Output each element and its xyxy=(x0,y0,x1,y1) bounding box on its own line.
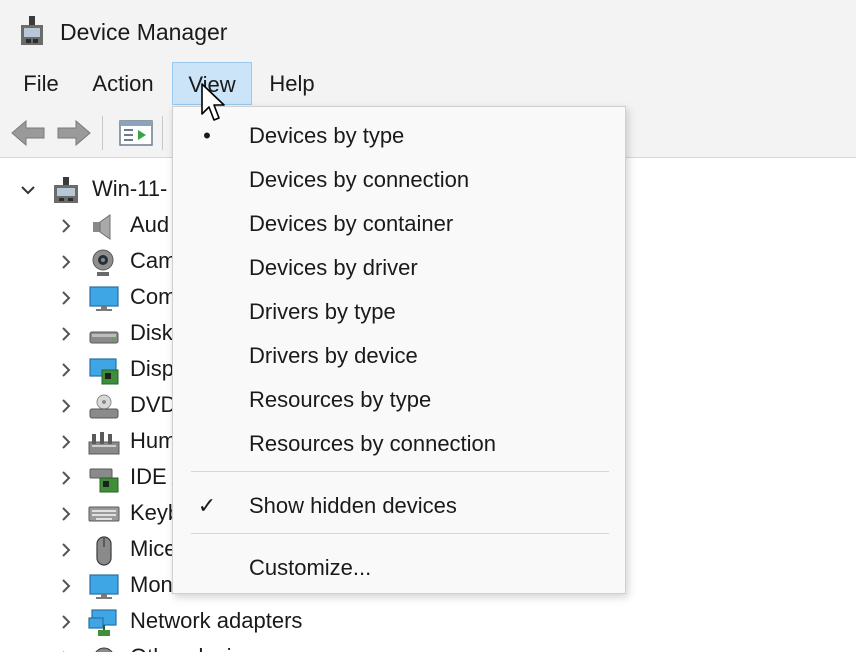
display-adapter-icon xyxy=(89,358,119,385)
tree-item-label: Com xyxy=(130,284,177,309)
forward-arrow-icon[interactable] xyxy=(56,118,92,148)
other-devices-icon xyxy=(95,647,113,652)
chevron-right-icon[interactable] xyxy=(58,470,74,486)
menu-separator xyxy=(191,533,609,534)
menu-item-label: Customize... xyxy=(249,555,372,580)
checkmark-icon: ✓ xyxy=(197,493,217,518)
chevron-right-icon[interactable] xyxy=(58,254,74,270)
ide-controller-icon xyxy=(89,468,119,493)
menu-item-label: Show hidden devices xyxy=(249,493,457,518)
menu-item-label: Devices by type xyxy=(249,123,405,148)
monitor-icon xyxy=(89,286,119,311)
tree-item-label: Disp xyxy=(130,356,175,381)
properties-icon[interactable] xyxy=(118,118,154,148)
hid-icon xyxy=(88,432,120,455)
menu-item-resources-by-connection[interactable]: Resources by connection xyxy=(173,423,625,467)
chevron-right-icon[interactable] xyxy=(58,506,74,522)
tree-item-label: Cam xyxy=(130,248,177,273)
menu-item-devices-by-type[interactable]: • Devices by type xyxy=(173,115,625,159)
chevron-right-icon[interactable] xyxy=(58,290,74,306)
window-title: Device Manager xyxy=(60,19,228,45)
dvd-drive-icon xyxy=(89,394,119,419)
tree-item-network-adapters[interactable]: Network adapters xyxy=(0,604,856,640)
menu-item-label: Resources by connection xyxy=(249,431,497,456)
webcam-icon xyxy=(92,249,114,276)
chevron-down-icon[interactable] xyxy=(20,182,36,198)
chevron-right-icon[interactable] xyxy=(58,362,74,378)
menu-item-show-hidden-devices[interactable]: ✓ Show hidden devices xyxy=(173,485,625,529)
tree-item-label: Disk xyxy=(130,320,173,345)
chevron-right-icon[interactable] xyxy=(58,434,74,450)
menu-item-devices-by-container[interactable]: Devices by container xyxy=(173,203,625,247)
network-adapter-icon xyxy=(88,609,117,636)
chevron-right-icon[interactable] xyxy=(58,398,74,414)
chevron-right-icon[interactable] xyxy=(58,218,74,234)
mouse-icon xyxy=(96,536,112,566)
tree-item-label: Network adapters xyxy=(130,608,303,633)
menu-item-label: Devices by container xyxy=(249,211,454,236)
menu-item-label: Resources by type xyxy=(249,387,432,412)
monitor-icon xyxy=(89,574,119,599)
tree-item-label: DVD xyxy=(130,392,177,417)
tree-item-other-devices[interactable]: Other devices xyxy=(0,640,856,652)
menu-item-customize[interactable]: Customize... xyxy=(173,547,625,591)
keyboard-icon xyxy=(88,506,120,522)
menu-file[interactable]: File xyxy=(12,62,70,104)
mouse-pointer-icon xyxy=(201,83,225,121)
menu-action[interactable]: Action xyxy=(84,62,162,104)
tree-item-label: Mon xyxy=(130,572,173,597)
disk-drive-icon xyxy=(89,331,119,344)
chevron-right-icon[interactable] xyxy=(58,326,74,342)
menu-item-devices-by-driver[interactable]: Devices by driver xyxy=(173,247,625,291)
menu-item-drivers-by-type[interactable]: Drivers by type xyxy=(173,291,625,335)
title-bar[interactable]: Device Manager xyxy=(0,0,856,62)
tree-item-label: Hum xyxy=(130,428,177,453)
menu-item-label: Drivers by device xyxy=(249,343,418,368)
menu-item-label: Drivers by type xyxy=(249,299,396,324)
speaker-icon xyxy=(93,214,111,240)
menu-help[interactable]: Help xyxy=(262,62,322,104)
toolbar-separator xyxy=(162,116,163,150)
toolbar-separator xyxy=(102,116,103,150)
tree-item-label: Aud xyxy=(130,212,170,237)
menu-item-resources-by-type[interactable]: Resources by type xyxy=(173,379,625,423)
menu-item-drivers-by-device[interactable]: Drivers by device xyxy=(173,335,625,379)
tree-item-label: Mice xyxy=(130,536,177,561)
menu-separator xyxy=(191,471,609,472)
chevron-right-icon[interactable] xyxy=(58,542,74,558)
chevron-right-icon[interactable] xyxy=(58,578,74,594)
tree-root-label: Win-11- xyxy=(92,176,168,201)
computer-icon xyxy=(54,177,78,203)
view-menu-dropdown: • Devices by type Devices by connection … xyxy=(172,106,626,594)
menu-item-label: Devices by driver xyxy=(249,255,418,280)
device-manager-window: Device Manager File Action View Help Win… xyxy=(0,0,856,652)
menu-item-label: Devices by connection xyxy=(249,167,470,192)
device-manager-icon xyxy=(21,16,43,45)
radio-bullet-icon: • xyxy=(203,123,211,148)
tree-item-label: Other devices xyxy=(130,644,266,652)
chevron-right-icon[interactable] xyxy=(58,614,74,630)
menu-bar: File Action View Help xyxy=(0,62,856,106)
menu-item-devices-by-connection[interactable]: Devices by connection xyxy=(173,159,625,203)
back-arrow-icon[interactable] xyxy=(10,118,46,148)
